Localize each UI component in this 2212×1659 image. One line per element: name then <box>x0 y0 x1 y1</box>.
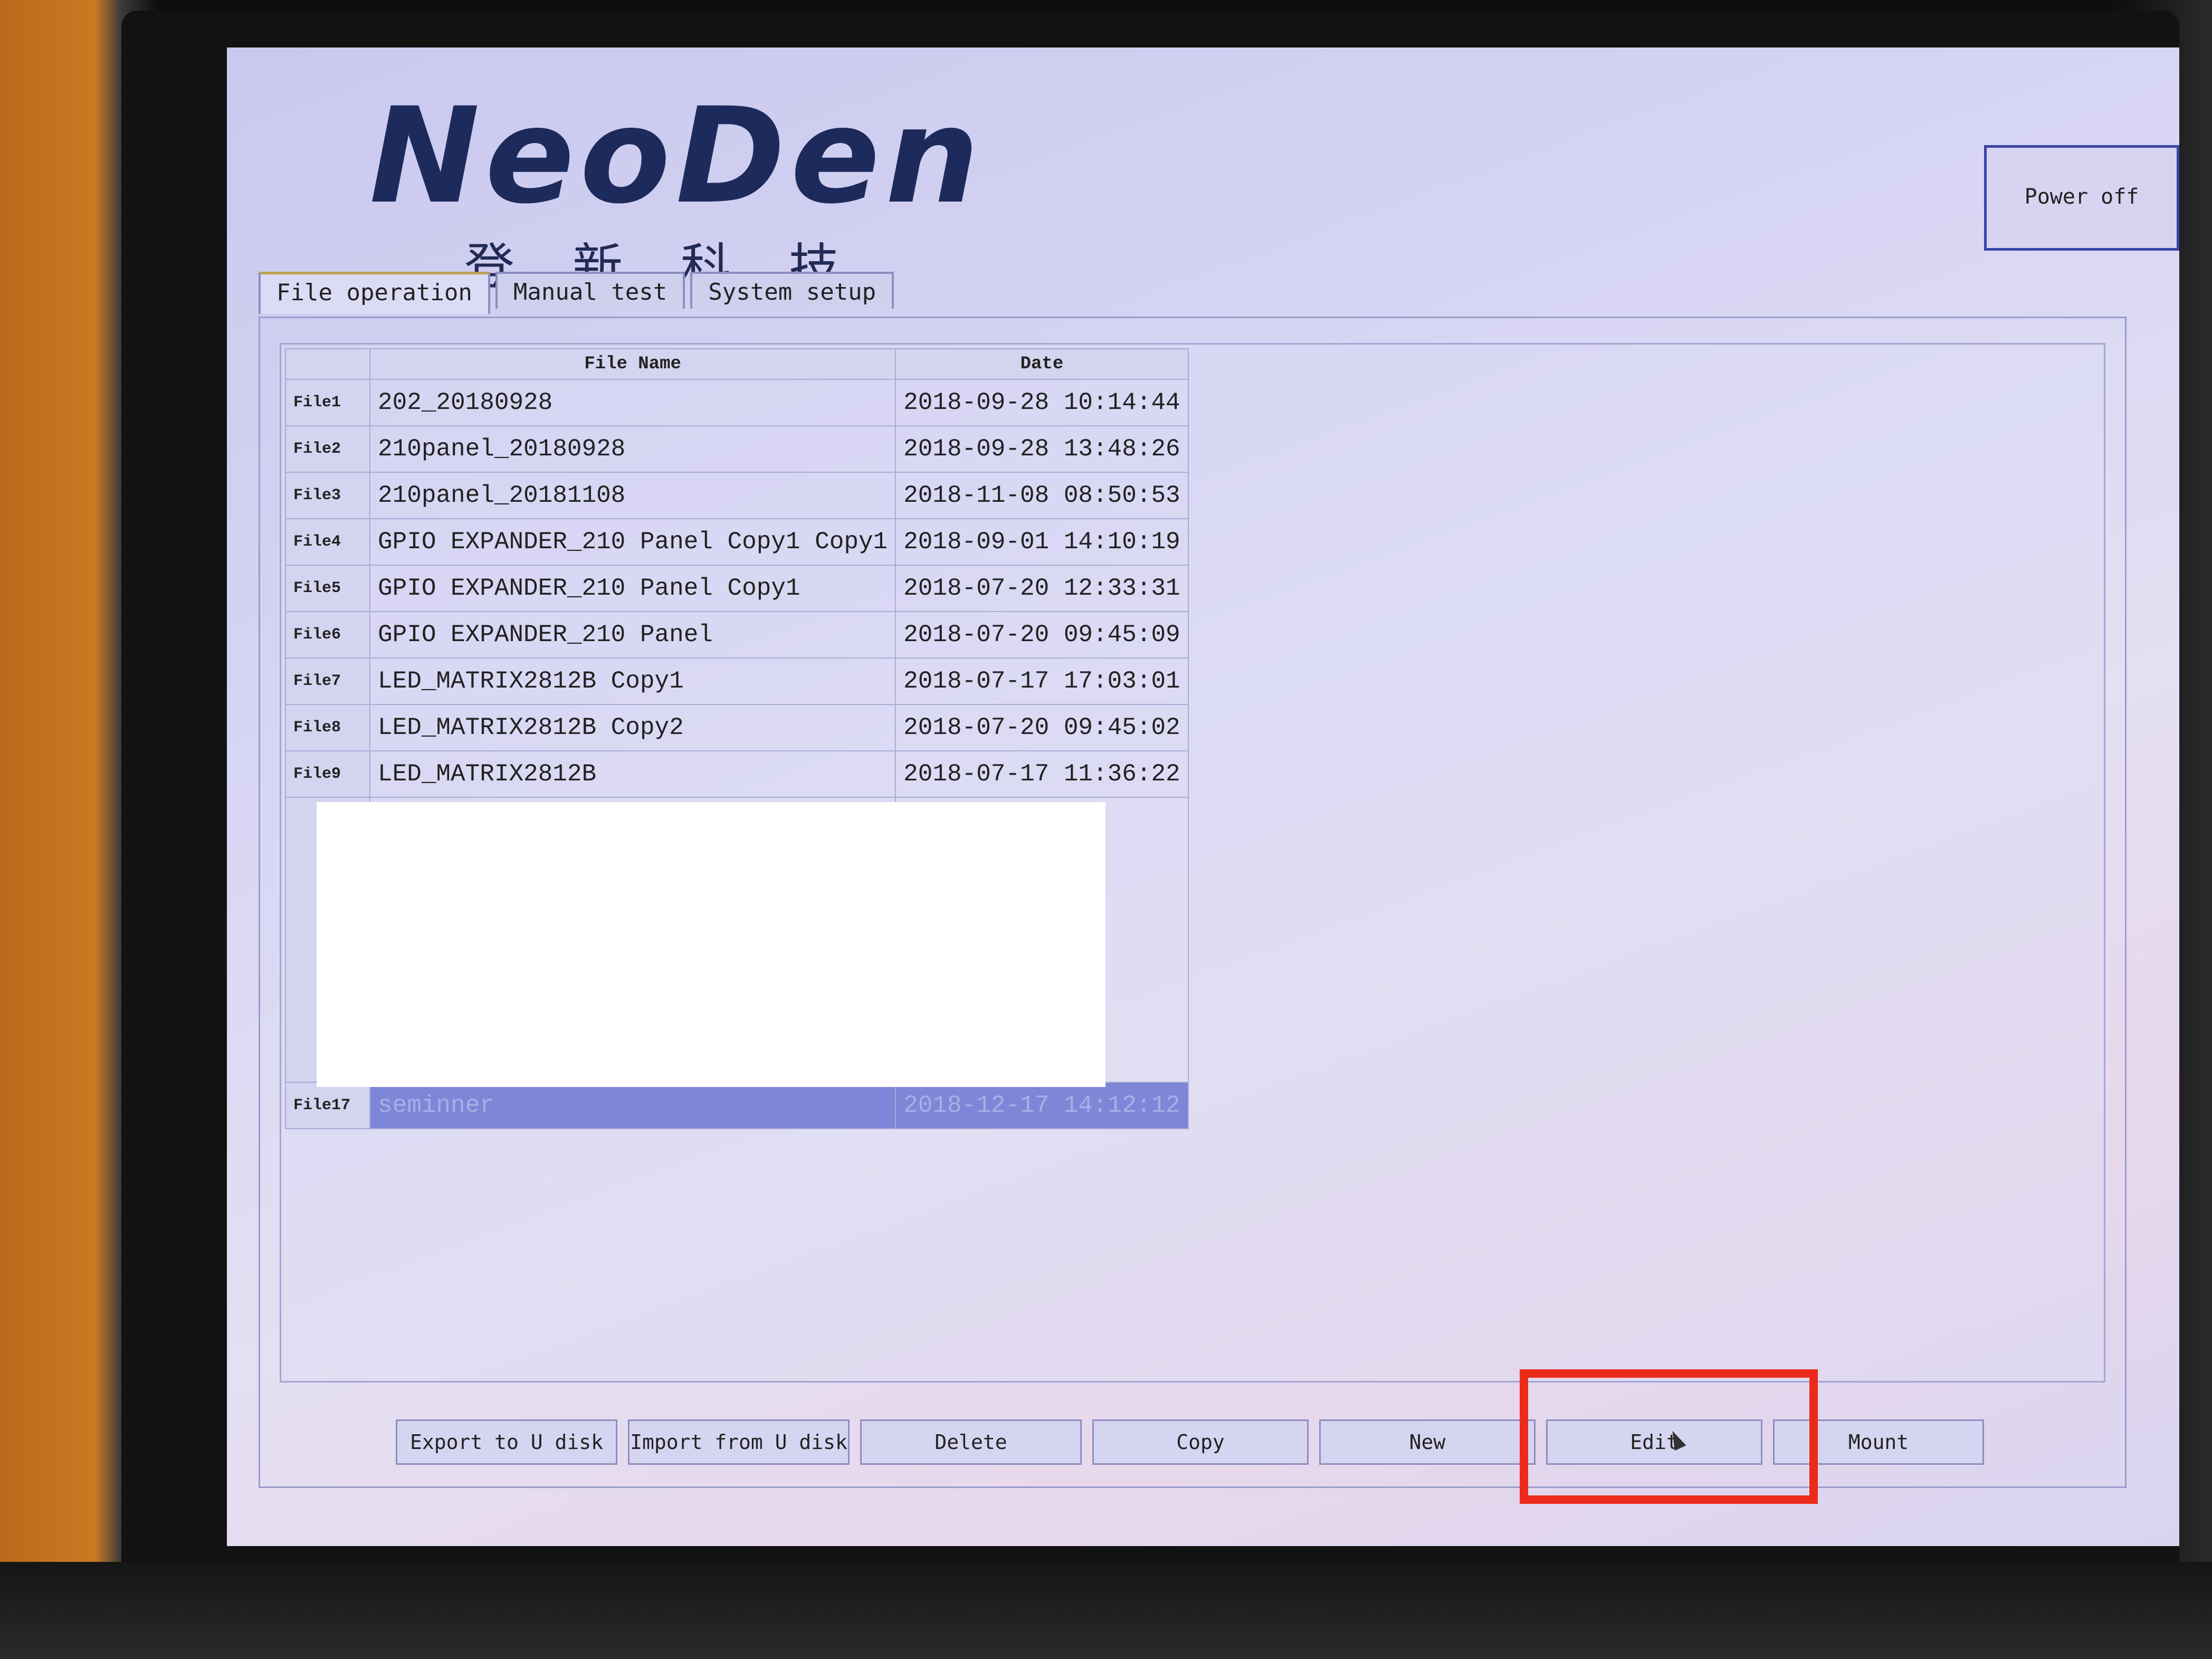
date-cell: 2018-09-01 14:10:19 <box>895 518 1189 566</box>
tab-manual-test[interactable]: Manual test <box>495 272 685 309</box>
row-index: File4 <box>285 518 370 566</box>
new-button[interactable]: New <box>1319 1419 1536 1465</box>
action-button-row: Export to U disk Import from U disk Dele… <box>396 1419 2137 1467</box>
date-cell: 2018-07-20 12:33:31 <box>895 565 1189 612</box>
file-name-cell: 202_20180928 <box>369 379 897 426</box>
file-name-cell: GPIO EXPANDER_210 Panel Copy1 <box>369 565 897 612</box>
tab-system-setup[interactable]: System setup <box>690 272 894 309</box>
brand-logo: NeoDen <box>369 79 985 233</box>
monitor-base <box>0 1562 2212 1659</box>
file-name-cell: 210panel_20181108 <box>369 472 897 519</box>
row-index: File7 <box>285 657 370 705</box>
date-cell: 2018-12-17 14:12:12 <box>895 1082 1189 1129</box>
import-from-u-disk-button[interactable]: Import from U disk <box>628 1419 850 1465</box>
date-cell: 2018-07-20 09:45:02 <box>895 704 1189 751</box>
row-index: File5 <box>285 565 370 612</box>
index-header <box>285 348 370 380</box>
row-index: File6 <box>285 611 370 659</box>
table-row[interactable]: File3 210panel_20181108 2018-11-08 08:50… <box>285 472 1189 519</box>
file-name-header: File Name <box>369 348 897 380</box>
date-cell: 2018-07-20 09:45:09 <box>895 611 1189 659</box>
row-index: File2 <box>285 425 370 473</box>
row-index: File8 <box>285 704 370 751</box>
table-row[interactable]: File8 LED_MATRIX2812B Copy2 2018-07-20 0… <box>285 704 1189 751</box>
file-name-cell: 210panel_20180928 <box>369 425 897 473</box>
copy-button[interactable]: Copy <box>1092 1419 1309 1465</box>
date-cell: 2018-07-17 11:36:22 <box>895 750 1189 798</box>
table-row[interactable]: File2 210panel_20180928 2018-09-28 13:48… <box>285 425 1189 473</box>
screen: NeoDen 登新科技 Power off File operation Man… <box>227 47 2179 1546</box>
table-row[interactable]: File9 LED_MATRIX2812B 2018-07-17 11:36:2… <box>285 750 1189 798</box>
table-row-selected[interactable]: File17 seminner 2018-12-17 14:12:12 <box>285 1082 1189 1129</box>
table-row[interactable]: File1 202_20180928 2018-09-28 10:14:44 <box>285 379 1189 426</box>
file-name-cell: GPIO EXPANDER_210 Panel Copy1 Copy1 <box>369 518 897 566</box>
table-row[interactable]: File4 GPIO EXPANDER_210 Panel Copy1 Copy… <box>285 518 1189 566</box>
power-off-button[interactable]: Power off <box>1984 145 2179 251</box>
tab-bar: File operation Manual test System setup <box>259 272 894 319</box>
date-cell: 2018-07-17 17:03:01 <box>895 657 1189 705</box>
file-name-cell: LED_MATRIX2812B <box>369 750 897 798</box>
date-cell: 2018-09-28 13:48:26 <box>895 425 1189 473</box>
date-cell: 2018-11-08 08:50:53 <box>895 472 1189 519</box>
redaction-box <box>317 802 1105 1087</box>
tab-file-operation[interactable]: File operation <box>259 272 490 314</box>
table-row[interactable]: File6 GPIO EXPANDER_210 Panel 2018-07-20… <box>285 611 1189 659</box>
file-name-cell: seminner <box>369 1082 897 1129</box>
date-header: Date <box>895 348 1189 380</box>
file-name-cell: LED_MATRIX2812B Copy2 <box>369 704 897 751</box>
power-off-label: Power off <box>2024 185 2139 209</box>
export-to-u-disk-button[interactable]: Export to U disk <box>396 1419 617 1465</box>
file-name-cell: GPIO EXPANDER_210 Panel <box>369 611 897 659</box>
file-name-cell: LED_MATRIX2812B Copy1 <box>369 657 897 705</box>
row-index: File1 <box>285 379 370 426</box>
table-row[interactable]: File5 GPIO EXPANDER_210 Panel Copy1 2018… <box>285 565 1189 612</box>
date-cell: 2018-09-28 10:14:44 <box>895 379 1189 426</box>
delete-button[interactable]: Delete <box>860 1419 1082 1465</box>
row-index: File9 <box>285 750 370 798</box>
row-index: File3 <box>285 472 370 519</box>
table-row[interactable]: File7 LED_MATRIX2812B Copy1 2018-07-17 1… <box>285 657 1189 705</box>
row-index: File17 <box>285 1082 370 1129</box>
